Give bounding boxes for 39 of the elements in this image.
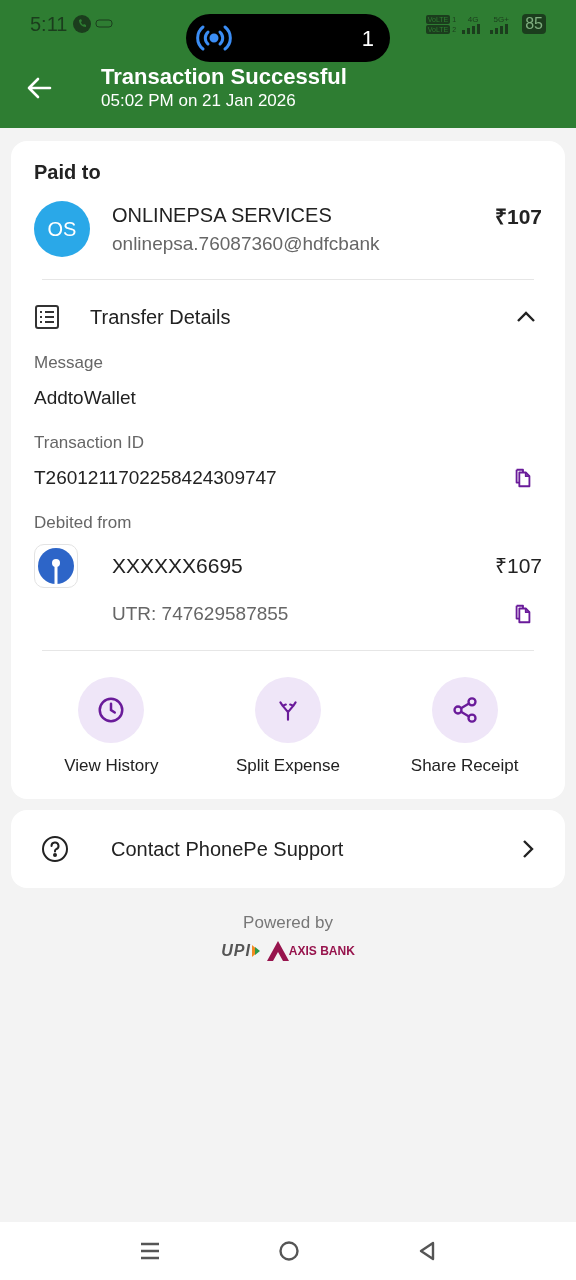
broadcast-icon	[196, 23, 232, 53]
account-number: XXXXXX6695	[112, 552, 243, 579]
home-icon[interactable]	[278, 1240, 300, 1262]
axis-bank-logo: AXIS BANK	[266, 941, 355, 961]
field-value: AddtoWallet	[34, 385, 136, 410]
back-arrow-icon[interactable]	[26, 76, 52, 100]
phone-icon	[73, 15, 92, 33]
transfer-details-title: Transfer Details	[90, 305, 231, 330]
transfer-details-header[interactable]: Transfer Details	[34, 302, 542, 332]
avatar-initials: OS	[34, 201, 90, 257]
utr-number: UTR: 747629587855	[112, 601, 289, 626]
pill-count: 1	[361, 24, 374, 53]
action-label: View History	[64, 755, 159, 777]
paid-amount: ₹107	[494, 204, 542, 230]
support-row[interactable]: Contact PhonePe Support	[11, 809, 565, 888]
support-label: Contact PhonePe Support	[111, 836, 344, 862]
powered-by-label: Powered by	[243, 911, 333, 934]
header-title: Transaction Successful	[101, 64, 347, 90]
paid-to-heading: Paid to	[34, 160, 102, 185]
battery-indicator: 85	[522, 14, 546, 34]
bank-logo	[34, 543, 78, 588]
field-value: T2601211702258424309747	[34, 465, 277, 490]
payee-name: ONLINEPSA SERVICES	[112, 203, 333, 228]
header-subtitle: 05:02 PM on 21 Jan 2026	[101, 90, 297, 112]
field-label: Debited from	[34, 512, 133, 534]
field-label: Transaction ID	[34, 432, 145, 454]
share-icon	[450, 696, 479, 724]
help-icon	[41, 834, 69, 863]
action-label: Split Expense	[236, 755, 340, 777]
payee-upi-id: onlinepsa.76087360@hdfcbank	[112, 232, 380, 256]
debited-amount: ₹107	[494, 552, 542, 579]
chevron-right-icon	[521, 838, 535, 859]
action-label: Share Receipt	[410, 755, 519, 777]
list-icon	[34, 304, 60, 330]
notification-icon	[95, 18, 114, 30]
upi-logo: UPI	[221, 939, 261, 963]
field-label: Message	[34, 352, 104, 374]
menu-icon[interactable]	[138, 1241, 161, 1261]
status-time: 5:11	[30, 12, 68, 37]
